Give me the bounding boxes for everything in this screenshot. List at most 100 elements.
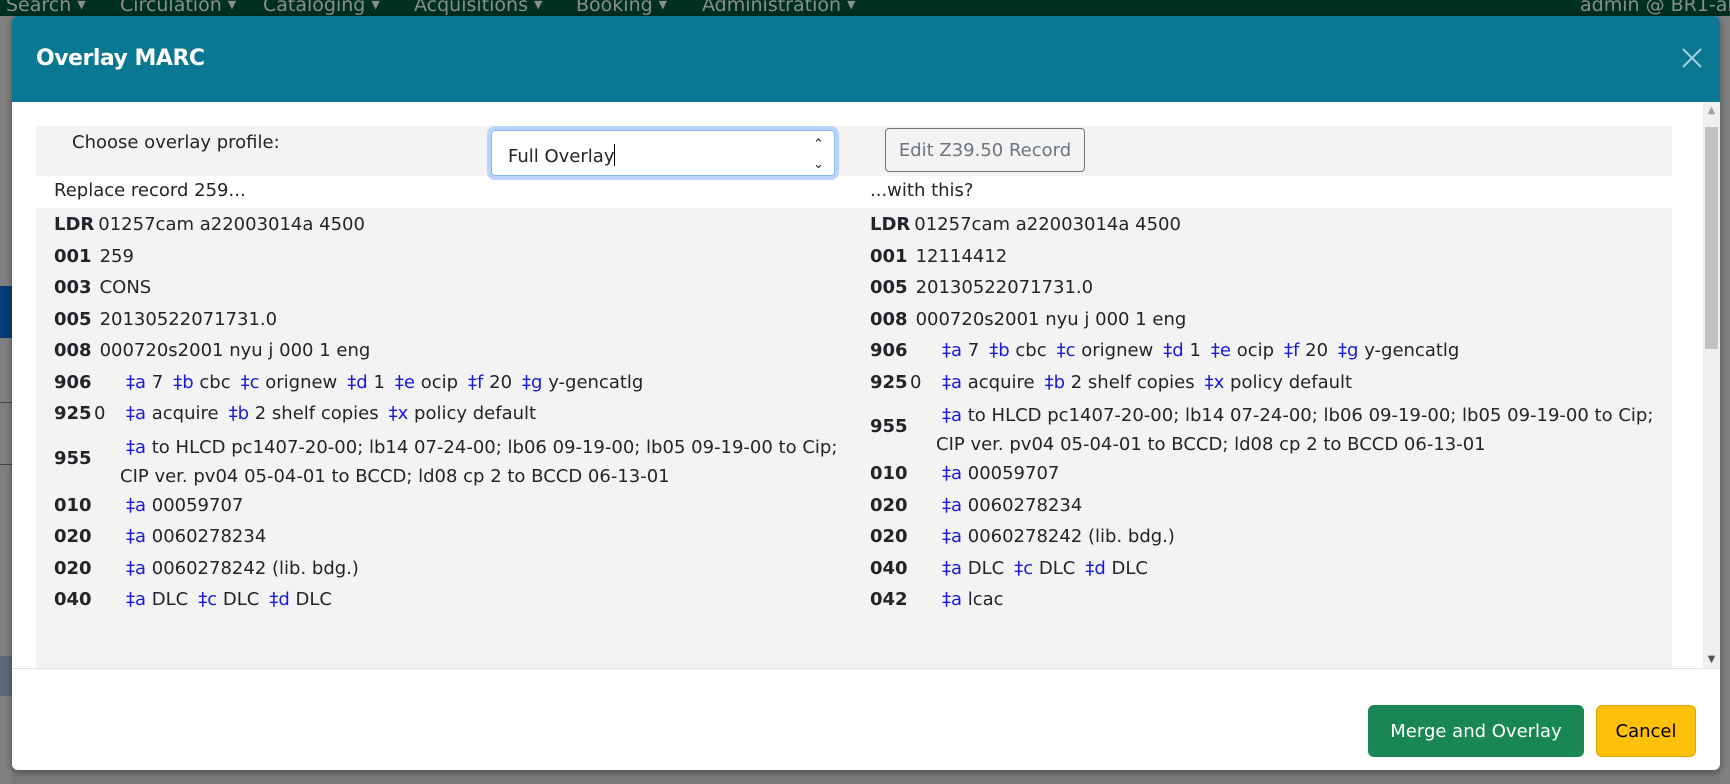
marc-field-020: 020 ‡a 0060278234 bbox=[870, 495, 1092, 516]
caret-down-icon: ▼ bbox=[533, 0, 543, 11]
marc-control-value: 01257cam a22003014a 4500 bbox=[98, 214, 365, 235]
subfield-value: 1 bbox=[367, 371, 385, 393]
subfield-code: ‡a bbox=[942, 526, 963, 547]
subfield-code: ‡a bbox=[942, 463, 963, 484]
overlay-profile-select[interactable]: Full Overlay ⌃ ⌄ bbox=[487, 126, 839, 180]
subfield-value: 0060278242 (lib. bdg.) bbox=[962, 526, 1175, 547]
caret-down-icon: ▼ bbox=[227, 0, 237, 11]
left-record-heading: Replace record 259... bbox=[54, 180, 246, 201]
current-record-panel: LDR 01257cam a22003014a 4500 001 259 003 CONS… bbox=[36, 208, 852, 668]
caret-down-icon: ▼ bbox=[847, 0, 856, 11]
subfield-value: orignew bbox=[259, 371, 338, 393]
marc-tag: LDR bbox=[54, 214, 95, 235]
subfield-code: ‡a bbox=[942, 371, 963, 393]
marc-field-001: 001 12114412 bbox=[870, 246, 1007, 267]
marc-field-005: 005 20130522071731.0 bbox=[54, 309, 277, 330]
marc-tag: 005 bbox=[54, 308, 92, 330]
subfield-value: DLC bbox=[962, 557, 1005, 579]
marc-tag: 906 bbox=[870, 340, 908, 361]
subfield-code: ‡f bbox=[1284, 340, 1300, 361]
marc-tag: 040 bbox=[870, 557, 908, 579]
marc-field-955: 955 ‡a to HLCD pc1407-20-00; lb14 07-24-0… bbox=[870, 401, 1660, 459]
marc-tag: LDR bbox=[870, 214, 911, 235]
scroll-up-icon[interactable]: ▲ bbox=[1703, 102, 1720, 119]
subfield-value: cbc bbox=[1009, 340, 1047, 361]
nav-search: Search ▼ bbox=[6, 0, 86, 16]
merge-and-overlay-button[interactable]: Merge and Overlay bbox=[1368, 705, 1584, 757]
cancel-button[interactable]: Cancel bbox=[1596, 705, 1696, 757]
subfield-value: policy default bbox=[408, 403, 537, 424]
subfield-code: ‡c bbox=[198, 589, 218, 610]
scrollbar-thumb[interactable] bbox=[1705, 127, 1718, 349]
marc-control-value: 000720s2001 nyu j 000 1 eng bbox=[99, 340, 371, 361]
close-button[interactable] bbox=[1676, 42, 1708, 74]
subfield-code: ‡a bbox=[942, 494, 963, 516]
subfield-value: ocip bbox=[414, 371, 459, 393]
background-top-nav: Search ▼ Circulation ▼ Cataloging ▼ Acquisi… bbox=[0, 0, 1730, 16]
marc-field-010: 010 ‡a 00059707 bbox=[870, 463, 1069, 484]
subfield-code: ‡e bbox=[1210, 340, 1231, 361]
modal-body-scrollbar[interactable]: ▲ ▼ bbox=[1703, 102, 1720, 668]
marc-control-value: 20130522071731.0 bbox=[915, 277, 1094, 298]
marc-field-955: 955 ‡a to HLCD pc1407-20-00; lb14 07-24-0… bbox=[54, 433, 844, 491]
modal-footer: Merge and Overlay Cancel bbox=[12, 668, 1720, 770]
marc-field-001: 001 259 bbox=[54, 246, 134, 267]
edit-z3950-record-button[interactable]: Edit Z39.50 Record bbox=[885, 128, 1085, 172]
marc-field-LDR: LDR 01257cam a22003014a 4500 bbox=[870, 214, 1181, 235]
subfield-value: y-gencatlg bbox=[542, 371, 644, 393]
marc-indicator: 0 bbox=[910, 371, 922, 393]
marc-tag: 003 bbox=[54, 277, 92, 298]
marc-indicator: 0 bbox=[94, 403, 106, 424]
replacement-record-panel: LDR 01257cam a22003014a 4500 001 12114412 00… bbox=[852, 208, 1672, 668]
marc-tag: 906 bbox=[54, 371, 92, 393]
subfield-code: ‡d bbox=[1163, 340, 1184, 361]
subfield-value: cbc bbox=[193, 371, 231, 393]
marc-tag: 955 bbox=[870, 416, 908, 437]
subfield-code: ‡a bbox=[942, 557, 963, 579]
subfield-value: lcac bbox=[962, 589, 1004, 610]
overlay-profile-label: Choose overlay profile: bbox=[72, 132, 280, 153]
marc-field-906: 906 ‡a 7 ‡b cbc ‡c orignew ‡d 1 ‡e ocip ‡f 20 ‡… bbox=[870, 340, 1469, 361]
marc-tag: 925 bbox=[870, 371, 908, 393]
marc-field-020: 020 ‡a 0060278242 (lib. bdg.) bbox=[870, 526, 1185, 547]
subfield-value: 0060278234 bbox=[146, 526, 267, 547]
subfield-value: policy default bbox=[1224, 371, 1353, 393]
marc-field-010: 010 ‡a 00059707 bbox=[54, 495, 253, 516]
subfield-value: 2 shelf copies bbox=[1065, 371, 1195, 393]
background-left-edge bbox=[0, 16, 12, 784]
caret-down-icon: ▼ bbox=[77, 0, 86, 11]
text-cursor bbox=[614, 144, 616, 166]
subfield-code: ‡a bbox=[942, 405, 963, 426]
subfield-code: ‡b bbox=[173, 371, 194, 393]
subfield-code: ‡a bbox=[126, 494, 147, 516]
subfield-code: ‡c bbox=[1014, 557, 1034, 579]
subfield-value: ocip bbox=[1230, 340, 1275, 361]
nav-acquisitions: Acquisitions ▼ bbox=[414, 0, 543, 16]
nav-cataloging: Cataloging ▼ bbox=[263, 0, 380, 16]
marc-control-value: 000720s2001 nyu j 000 1 eng bbox=[915, 308, 1187, 330]
subfield-value: orignew bbox=[1075, 340, 1154, 361]
marc-field-020: 020 ‡a 0060278234 bbox=[54, 526, 276, 547]
subfield-value: acquire bbox=[146, 403, 219, 424]
marc-field-042: 042 ‡a lcac bbox=[870, 589, 1014, 610]
marc-control-value: 259 bbox=[99, 245, 134, 267]
marc-tag: 010 bbox=[54, 494, 92, 516]
subfield-value: DLC bbox=[1105, 557, 1148, 579]
subfield-value: to HLCD pc1407-20-00; lb14 07-24-00; lb0… bbox=[120, 436, 838, 487]
subfield-value: to HLCD pc1407-20-00; lb14 07-24-00; lb0… bbox=[936, 405, 1654, 455]
subfield-value: 1 bbox=[1183, 340, 1201, 361]
subfield-value: DLC bbox=[146, 589, 189, 610]
marc-tag: 040 bbox=[54, 589, 92, 610]
marc-tag: 010 bbox=[870, 463, 908, 484]
marc-tag: 008 bbox=[870, 308, 908, 330]
overlay-profile-value: Full Overlay bbox=[508, 146, 615, 167]
scroll-down-icon[interactable]: ▼ bbox=[1703, 651, 1720, 668]
subfield-code: ‡a bbox=[126, 436, 147, 458]
subfield-value: 7 bbox=[146, 371, 164, 393]
subfield-code: ‡a bbox=[126, 371, 147, 393]
subfield-value: 20 bbox=[1299, 340, 1329, 361]
subfield-code: ‡a bbox=[126, 403, 147, 424]
subfield-value: 7 bbox=[962, 340, 980, 361]
marc-field-040: 040 ‡a DLC ‡c DLC ‡d DLC bbox=[870, 558, 1158, 579]
overlay-profile-row: Choose overlay profile: Full Overlay ⌃ ⌄ … bbox=[36, 126, 1672, 180]
